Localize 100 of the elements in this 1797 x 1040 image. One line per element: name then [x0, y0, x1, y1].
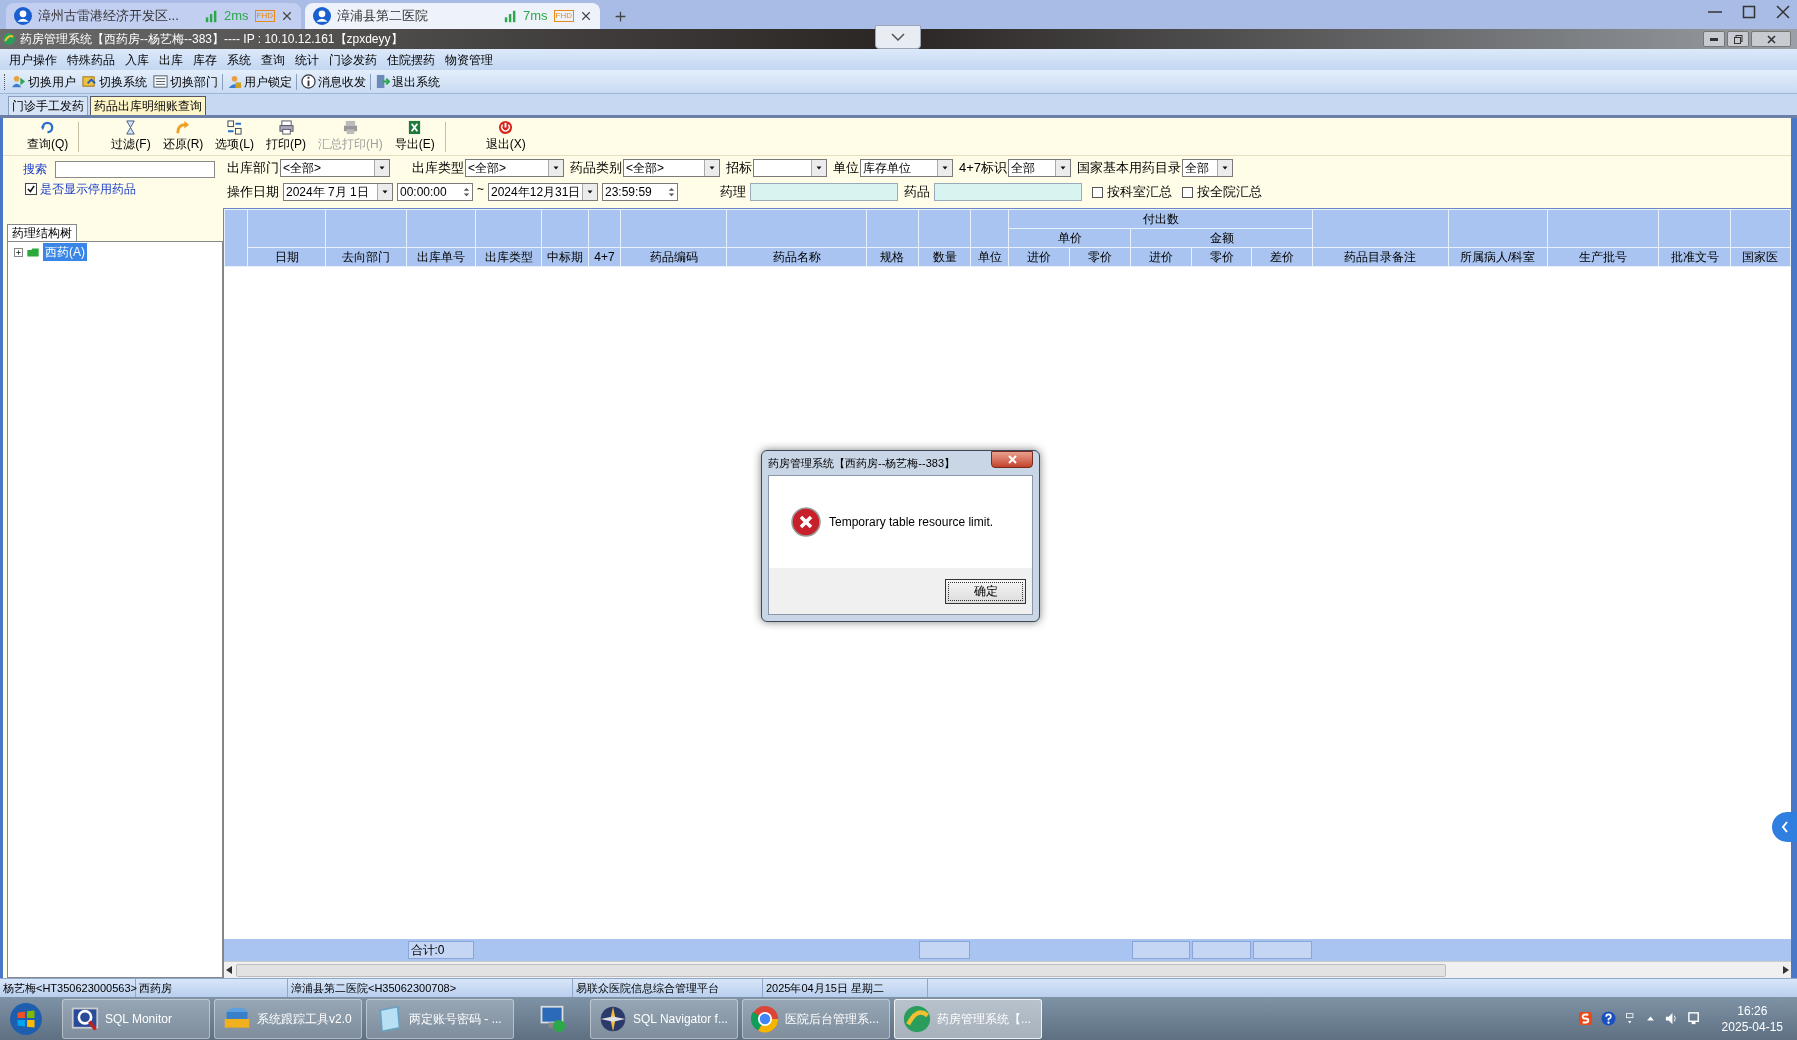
toolbar-button[interactable]: 切换部门 — [150, 71, 221, 92]
menu-item[interactable]: 门诊发药 — [324, 50, 382, 69]
dropdown[interactable]: <全部> — [280, 159, 390, 177]
toolbar-button[interactable]: 切换用户 — [8, 71, 79, 92]
network-icon — [1623, 1011, 1637, 1026]
compass-icon — [599, 1004, 627, 1033]
error-message: Temporary table resource limit. — [829, 514, 994, 531]
spinner-icon — [666, 185, 677, 199]
time-field[interactable]: 23:59:59 — [602, 183, 678, 201]
menu-item[interactable]: 库存 — [188, 50, 222, 69]
column-group-header: 付出数 — [1008, 209, 1313, 229]
time-field[interactable]: 00:00:00 — [397, 183, 473, 201]
action-button[interactable]: 还原(R) — [156, 119, 210, 154]
toolbar-button[interactable]: 退出系统 — [372, 71, 443, 92]
close-button[interactable] — [991, 451, 1033, 468]
browser-tab[interactable]: 漳浦县第二医院 7ms FHD — [305, 3, 600, 29]
info-icon — [301, 74, 316, 89]
latency-text: 2ms — [224, 7, 249, 26]
action-button[interactable]: 导出(E) — [388, 119, 441, 154]
dropdown-button[interactable] — [875, 25, 921, 49]
checkbox-label: 按科室汇总 — [1107, 183, 1172, 202]
menu-item[interactable]: 出库 — [154, 50, 188, 69]
menu-item[interactable]: 查询 — [256, 50, 290, 69]
plus-icon — [614, 9, 627, 23]
checkbox[interactable] — [25, 183, 37, 195]
caret-icon — [891, 33, 905, 41]
monitor-icon — [1686, 1011, 1702, 1026]
close-button[interactable] — [1751, 31, 1791, 47]
action-button[interactable]: 退出(X) — [479, 119, 532, 154]
windows-logo-icon — [9, 1001, 43, 1036]
minimize-icon — [1708, 11, 1722, 13]
toolbar-button[interactable]: 切换系统 — [79, 71, 150, 92]
maximize-icon — [1741, 4, 1757, 20]
menu-item[interactable]: 系统 — [222, 50, 256, 69]
restore-button[interactable] — [1727, 31, 1749, 47]
action-button[interactable]: 查询(Q) — [21, 119, 75, 154]
signal-icon — [205, 9, 218, 23]
ok-button[interactable]: 确定 — [945, 578, 1026, 604]
caret-icon — [1221, 164, 1230, 172]
close-icon — [580, 10, 592, 22]
printer-icon — [342, 119, 358, 135]
browser-tab[interactable]: 漳州古雷港经济开发区... 2ms FHD — [6, 3, 301, 29]
summary-cell — [919, 941, 971, 959]
horizontal-scrollbar[interactable] — [224, 961, 1791, 978]
menu-item[interactable]: 住院摆药 — [382, 50, 440, 69]
action-button[interactable]: 打印(P) — [260, 119, 312, 154]
tree-tab[interactable]: 药理结构树 — [7, 224, 77, 241]
caret-icon — [941, 164, 949, 172]
search-field[interactable] — [55, 160, 215, 178]
clock-time: 16:26 — [1737, 1002, 1768, 1019]
action-button[interactable]: 选项(L) — [209, 119, 260, 154]
caret-icon — [1059, 164, 1068, 172]
minimize-button[interactable] — [1703, 31, 1725, 47]
tree-item[interactable]: 西药(A) — [43, 243, 87, 261]
toolbar-button[interactable]: 用户锁定 — [224, 71, 295, 92]
filter-label: 国家基本用药目录 — [1077, 159, 1182, 178]
caret-icon — [378, 164, 386, 172]
dropdown[interactable]: 库存单位 — [860, 159, 953, 177]
action-button[interactable]: 过滤(F) — [105, 119, 157, 154]
close-button[interactable] — [1775, 4, 1791, 20]
checkbox[interactable] — [1092, 186, 1103, 198]
undo-arrow-icon — [175, 119, 191, 135]
expand-toggle[interactable] — [14, 247, 23, 257]
text-field[interactable] — [934, 183, 1082, 201]
exit-door-icon — [375, 74, 390, 89]
document-tab[interactable]: 门诊手工发药 — [8, 96, 88, 115]
window-title: 药房管理系统【西药房--杨艺梅--383】---- IP : 10.10.12.161【zpxdeyy】 — [20, 31, 403, 48]
caret-icon — [708, 164, 716, 172]
menu-item[interactable]: 入库 — [120, 50, 154, 69]
dropdown[interactable]: 全部 — [1008, 159, 1072, 177]
close-icon — [281, 10, 293, 22]
app-logo-icon — [903, 1004, 931, 1033]
dropdown[interactable]: 2024年 7月 1日 — [283, 183, 393, 201]
menu-item[interactable]: 统计 — [290, 50, 324, 69]
menu-item[interactable]: 用户操作 — [4, 50, 62, 69]
dropdown[interactable]: <全部> — [465, 159, 564, 177]
scroll-right-icon[interactable] — [1783, 966, 1789, 974]
menu-item[interactable]: 物资管理 — [440, 50, 498, 69]
menu-item[interactable]: 特殊药品 — [62, 50, 120, 69]
toolbar-button[interactable]: 消息收发 — [298, 71, 369, 92]
dropdown[interactable]: 2024年12月31日 — [488, 183, 598, 201]
users-icon — [11, 74, 26, 89]
filter-label: 出库类型 — [412, 159, 464, 178]
chevron-left-icon — [1781, 821, 1789, 833]
chevron-up-icon — [1644, 1013, 1656, 1024]
checkbox[interactable] — [1182, 186, 1193, 198]
checkbox-label: 按全院汇总 — [1197, 183, 1262, 202]
filter-label: 招标 — [726, 159, 752, 178]
dropdown[interactable]: <全部> — [623, 159, 720, 177]
caret-icon — [381, 188, 389, 196]
dropdown[interactable]: 全部 — [1182, 159, 1234, 177]
document-tab[interactable]: 药品出库明细账查询 — [90, 96, 206, 115]
summary-cell — [1253, 941, 1313, 959]
minimize-icon — [1710, 37, 1718, 41]
maximize-button[interactable] — [1741, 4, 1757, 20]
signal-icon — [504, 9, 517, 23]
filter-label: 单位 — [833, 159, 859, 178]
text-field[interactable] — [750, 183, 898, 201]
dropdown[interactable] — [753, 159, 827, 177]
scroll-left-icon[interactable] — [226, 966, 232, 974]
